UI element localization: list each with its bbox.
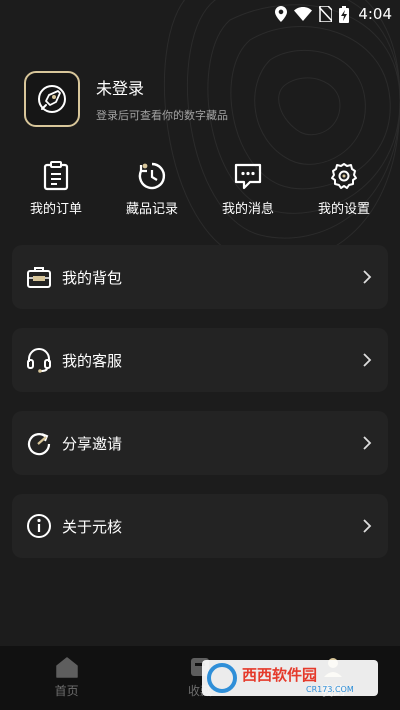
site-watermark: 西西软件园 CR173.COM xyxy=(202,660,378,696)
profile-header[interactable]: 未登录 登录后可查看你的数字藏品 xyxy=(24,71,228,127)
settings-label: 我的设置 xyxy=(317,202,370,217)
orders-button[interactable]: 我的订单 xyxy=(8,160,104,217)
history-icon xyxy=(138,162,166,190)
chevron-right-icon xyxy=(363,270,372,284)
backpack-icon xyxy=(27,267,51,288)
menu-label-share-invite: 分享邀请 xyxy=(62,434,123,453)
menu-label-backpack: 我的背包 xyxy=(62,268,123,287)
nav-home-label: 首页 xyxy=(54,684,79,698)
login-hint: 登录后可查看你的数字藏品 xyxy=(96,109,228,122)
status-bar: 4:04 xyxy=(0,0,400,30)
messages-label: 我的消息 xyxy=(221,202,274,217)
nav-home[interactable]: 首页 xyxy=(0,646,133,710)
gear-icon xyxy=(331,163,357,189)
watermark-brand: 西西软件园 xyxy=(242,666,317,684)
share-icon xyxy=(27,433,51,456)
clipboard-icon xyxy=(43,161,69,191)
messages-button[interactable]: 我的消息 xyxy=(200,160,296,217)
menu-item-about[interactable]: 关于元核 xyxy=(12,494,388,558)
headset-icon xyxy=(27,348,51,373)
username[interactable]: 未登录 xyxy=(96,75,228,99)
orders-label: 我的订单 xyxy=(29,202,82,217)
message-icon xyxy=(234,163,262,190)
chevron-right-icon xyxy=(363,519,372,533)
menu-label-about: 关于元核 xyxy=(62,517,123,536)
battery-charging-icon xyxy=(339,5,350,23)
menu-item-customer-service[interactable]: 我的客服 xyxy=(12,328,388,392)
avatar[interactable] xyxy=(24,71,80,127)
menu-item-share-invite[interactable]: 分享邀请 xyxy=(12,411,388,475)
info-icon xyxy=(27,514,51,538)
collection-records-label: 藏品记录 xyxy=(125,202,178,217)
wifi-icon xyxy=(294,7,313,21)
chevron-right-icon xyxy=(363,436,372,450)
rocket-icon xyxy=(38,85,66,113)
chevron-right-icon xyxy=(363,353,372,367)
collection-records-button[interactable]: 藏品记录 xyxy=(104,160,200,217)
menu-label-customer-service: 我的客服 xyxy=(62,351,123,370)
home-icon xyxy=(55,657,78,678)
watermark-site: CR173.COM xyxy=(306,685,354,694)
menu-item-backpack[interactable]: 我的背包 xyxy=(12,245,388,309)
settings-button[interactable]: 我的设置 xyxy=(296,160,392,217)
clock: 4:04 xyxy=(358,5,392,23)
location-icon xyxy=(275,6,288,22)
quick-actions: 我的订单 藏品记录 我的消息 我的设置 xyxy=(0,160,400,217)
contour-background xyxy=(164,0,400,260)
no-sim-icon xyxy=(319,6,333,22)
